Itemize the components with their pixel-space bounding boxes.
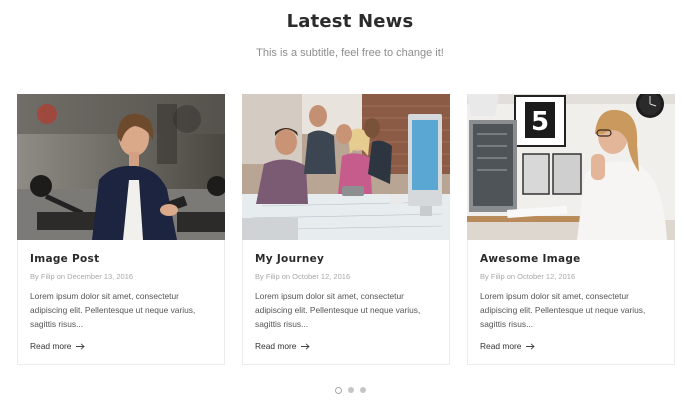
meta-by: By	[480, 272, 489, 281]
post-title[interactable]: Image Post	[30, 253, 99, 265]
excerpt-line: adipiscing elit. Pellentesque ut neque v…	[30, 305, 196, 315]
carousel-pagination	[0, 386, 700, 394]
carousel-dot[interactable]	[334, 386, 342, 394]
read-more-label: Read more	[255, 341, 297, 351]
arrow-right-icon	[526, 342, 536, 350]
woman-at-desk-photo: 5	[467, 94, 675, 240]
excerpt-line: Lorem ipsum dolor sit amet, consectetur	[30, 291, 179, 301]
post-excerpt: Lorem ipsum dolor sit amet, consectetur …	[30, 289, 220, 331]
meta-on: on	[56, 272, 66, 281]
section-subtitle: This is a subtitle, feel free to change …	[256, 47, 444, 59]
carousel-dot[interactable]	[359, 387, 366, 393]
excerpt-line: adipiscing elit. Pellentesque ut neque v…	[480, 305, 646, 315]
news-card: Image Post By Filip on December 13, 2016…	[17, 94, 225, 365]
post-author[interactable]: Filip	[491, 272, 505, 281]
post-meta: By Filip on October 12, 2016	[255, 272, 350, 281]
post-image[interactable]: 5	[467, 94, 675, 240]
meta-by: By	[30, 272, 39, 281]
post-date: December 13, 2016	[67, 272, 134, 281]
excerpt-line: sagittis risus...	[480, 319, 534, 329]
read-more-link[interactable]: Read more	[30, 341, 86, 351]
post-author[interactable]: Filip	[41, 272, 55, 281]
read-more-link[interactable]: Read more	[255, 341, 311, 351]
arrow-right-icon	[301, 342, 311, 350]
meta-by: By	[255, 272, 264, 281]
arrow-right-icon	[76, 342, 86, 350]
post-author[interactable]: Filip	[266, 272, 280, 281]
excerpt-line: sagittis risus...	[255, 319, 309, 329]
read-more-label: Read more	[480, 341, 522, 351]
post-image[interactable]	[242, 94, 450, 240]
post-title[interactable]: My Journey	[255, 253, 324, 265]
svg-text:5: 5	[531, 107, 549, 137]
post-meta: By Filip on December 13, 2016	[30, 272, 133, 281]
news-card: My Journey By Filip on October 12, 2016 …	[242, 94, 450, 365]
news-card: 5 Awesome Image By Filip on October 12, …	[467, 94, 675, 365]
excerpt-line: Lorem ipsum dolor sit amet, consectetur	[480, 291, 629, 301]
post-excerpt: Lorem ipsum dolor sit amet, consectetur …	[480, 289, 670, 331]
excerpt-line: adipiscing elit. Pellentesque ut neque v…	[255, 305, 421, 315]
read-more-label: Read more	[30, 341, 72, 351]
post-image[interactable]	[17, 94, 225, 240]
carousel-dot[interactable]	[347, 387, 354, 393]
meta-on: on	[506, 272, 516, 281]
excerpt-line: Lorem ipsum dolor sit amet, consectetur	[255, 291, 404, 301]
section-title: Latest News	[286, 11, 414, 32]
post-date: October 12, 2016	[517, 272, 576, 281]
post-date: October 12, 2016	[292, 272, 351, 281]
post-excerpt: Lorem ipsum dolor sit amet, consectetur …	[255, 289, 445, 331]
read-more-link[interactable]: Read more	[480, 341, 536, 351]
meta-on: on	[281, 272, 291, 281]
team-around-computer-photo	[242, 94, 450, 240]
post-title[interactable]: Awesome Image	[480, 253, 581, 265]
post-meta: By Filip on October 12, 2016	[480, 272, 575, 281]
woman-phone-scooter-photo	[17, 94, 225, 240]
excerpt-line: sagittis risus...	[30, 319, 84, 329]
